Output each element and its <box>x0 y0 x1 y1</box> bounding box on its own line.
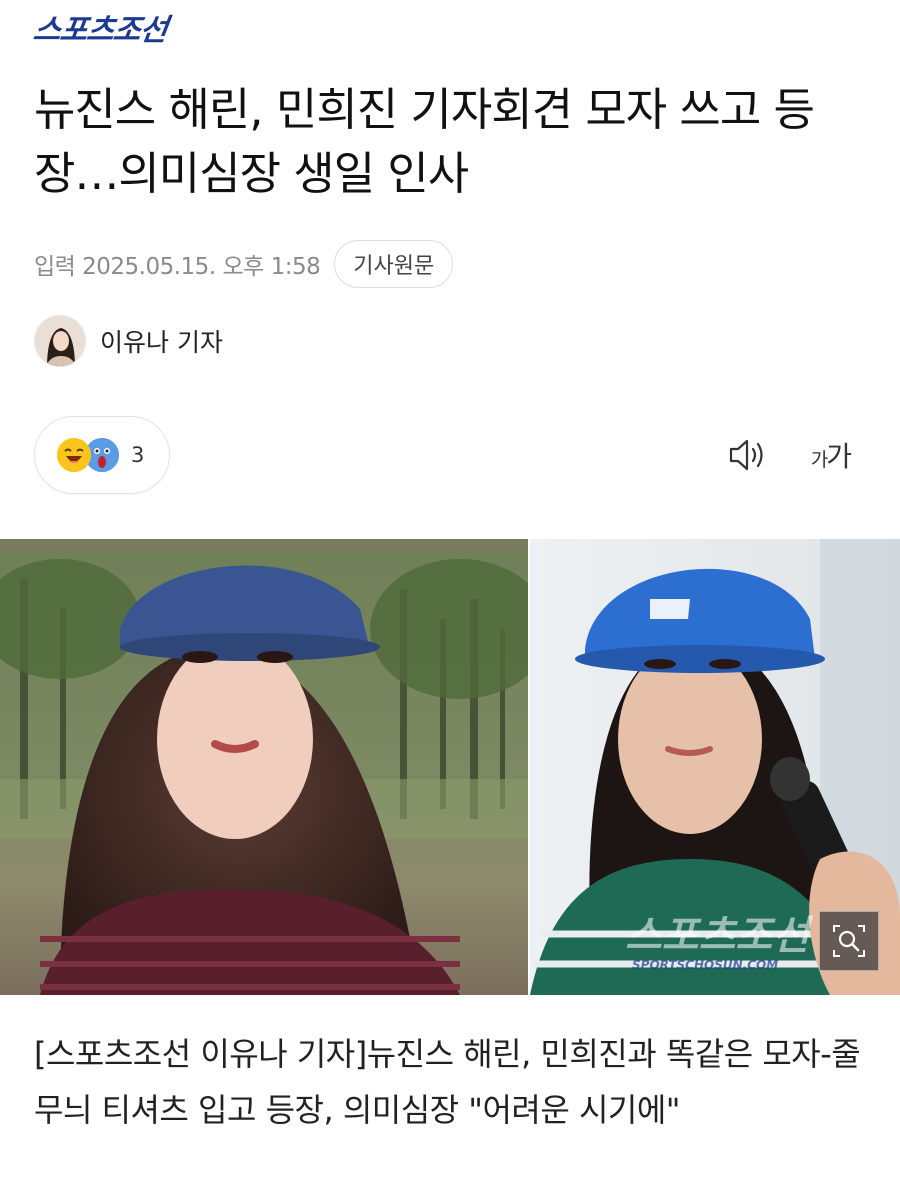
grinning-face-icon <box>57 438 91 472</box>
font-size-small-label: 가 <box>810 449 829 471</box>
magnifier-icon[interactable] <box>819 911 879 971</box>
reaction-button[interactable]: 3 <box>34 416 170 494</box>
site-logo[interactable]: 스포츠조선 <box>31 10 169 48</box>
author-name[interactable]: 이유나 기자 <box>100 323 223 359</box>
font-size-button[interactable]: 가가 <box>810 435 852 475</box>
photo-caption: [스포츠조선 이유나 기자]뉴진스 해린, 민희진과 똑같은 모자-줄무늬 티셔… <box>34 1035 861 1129</box>
article-meta: 입력 2025.05.15. 오후 1:58 기사원문 <box>34 240 454 288</box>
logo-text: 스포츠조선 <box>31 13 169 48</box>
font-size-large-label: 가 <box>826 440 852 473</box>
article-tools: 가가 <box>727 430 852 480</box>
article-photo[interactable]: 스포츠조선 SPORTSCHOSUN.COM <box>0 539 900 995</box>
photo-watermark-url: SPORTSCHOSUN.COM <box>632 958 778 972</box>
reaction-count: 3 <box>131 443 145 467</box>
author-info[interactable]: 이유나 기자 <box>34 314 223 368</box>
speaker-icon[interactable] <box>727 435 771 475</box>
publish-date: 입력 2025.05.15. 오후 1:58 <box>34 254 321 280</box>
author-avatar[interactable] <box>34 315 86 367</box>
original-article-button[interactable]: 기사원문 <box>334 240 454 288</box>
article-title: 뉴진스 해린, 민희진 기자회견 모자 쓰고 등장…의미심장 생일 인사 <box>34 83 815 200</box>
photo-watermark: 스포츠조선 <box>625 913 813 959</box>
